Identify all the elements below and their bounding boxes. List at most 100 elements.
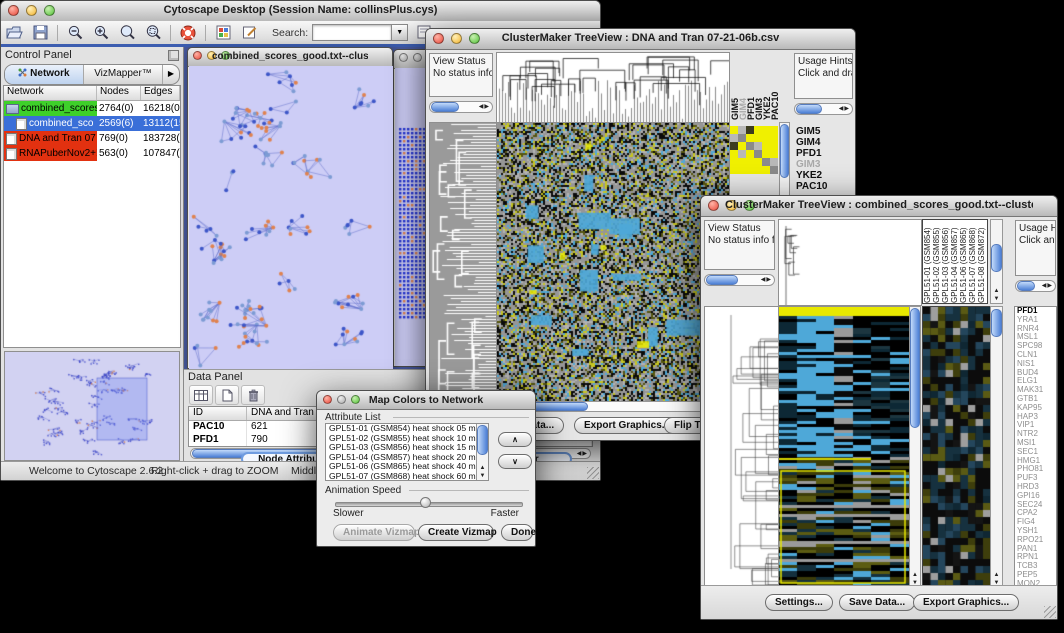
array-column-label[interactable]: GPL51-01 (GSM854) [923,220,932,303]
gene-id: PAC10 [189,421,247,434]
array-column-label[interactable]: GPL51-03 (GSM856) [941,220,950,303]
status-zoom-hint: Right-click + drag to ZOOM [151,465,279,477]
delete-attribute-icon[interactable] [241,385,265,405]
view-status-hscrollbar[interactable]: ◀▶ [704,274,775,286]
network-list-row[interactable]: DNA and Tran 07769(0)183728(0) [4,131,180,146]
annotation-icon[interactable] [238,23,260,42]
search-input[interactable] [312,24,392,41]
treeview2-titlebar[interactable]: ClusterMaker TreeView : combined_scores_… [701,196,1057,217]
network-window-titlebar[interactable]: combined_scores_good.txt--cluste... [188,48,392,67]
table-mode-icon[interactable] [189,385,213,405]
help-lifering-icon[interactable] [177,23,199,42]
column-dendrogram[interactable] [496,52,730,124]
similarity-matrix[interactable] [730,126,778,174]
birdseye-view[interactable] [4,351,180,461]
zoom-fit-icon[interactable] [116,23,138,42]
speed-slider-thumb[interactable] [420,497,431,508]
close-button[interactable] [8,5,19,16]
usage-hints-hscrollbar[interactable]: ◀▶ [794,103,853,115]
row-dendrogram[interactable] [429,122,498,402]
control-panel-title: Control Panel [5,49,72,61]
matrix-row-label[interactable]: PAC10 [794,181,853,192]
edge-count: 16218(0) [141,101,180,116]
array-column-label[interactable]: GPL51-02 (GSM855) [932,220,941,303]
network-list-row[interactable]: RNAPuberNov2+!563(0)107847(0) [4,146,180,161]
new-attribute-icon[interactable] [215,385,239,405]
resize-grip[interactable] [587,467,599,479]
animate-vizmap-button[interactable]: Animate Vizmap [333,524,415,541]
minimize-button[interactable] [413,53,422,62]
attribute-listbox[interactable]: GPL51-01 (GSM854) heat shock 05 minGPL51… [325,423,489,481]
network-list-row[interactable]: combined_sco2569(6)13112(15) [4,116,180,131]
search-dropdown-icon[interactable]: ▼ [392,24,408,41]
matrix-column-labels: GIM5GIM4PFD1GIM3YKE2PAC10 [730,52,778,120]
tab-vizmapper[interactable]: VizMapper™ [84,65,163,84]
create-vizmap-button[interactable]: Create Vizmap [418,524,494,541]
close-button[interactable] [193,51,202,60]
treeview1-titlebar[interactable]: ClusterMaker TreeView : DNA and Tran 07-… [426,29,855,50]
detail-vscrollbar[interactable]: ▲▼ [990,306,1003,588]
network-list: combined_scores_2764(0)16218(0)combined_… [4,101,180,161]
gene-labels[interactable]: PFD1YRA1RNR4MSL1SPC98CLN1NIS1BUD4ELG1MAK… [1014,306,1057,588]
close-button[interactable] [708,200,719,211]
cytoscape-titlebar[interactable]: Cytoscape Desktop (Session Name: collins… [1,1,600,22]
network-canvas[interactable] [189,66,393,369]
network-name: RNAPuberNov2+! [19,146,97,161]
column-labels-vscrollbar[interactable]: ▲▼ [990,219,1003,304]
row-dendrogram[interactable] [704,306,779,590]
scroll-arrows-icon[interactable]: ◀▶ [577,450,588,457]
dialog-titlebar[interactable]: Map Colors to Network [317,391,535,410]
column-labels[interactable]: GPL51-01 (GSM854)GPL51-02 (GSM855)GPL51-… [922,219,988,304]
close-button[interactable] [433,33,444,44]
array-column-label[interactable]: GPL51-07 (GSM868) [968,220,977,303]
zoom-out-icon[interactable] [64,23,86,42]
heatmap-vscrollbar[interactable]: ▲▼ [909,306,921,588]
settings-button[interactable]: Settings... [765,594,833,611]
move-up-button[interactable]: ∧ [498,432,532,447]
resize-grip[interactable] [1044,606,1056,618]
node-count: 2764(0) [97,101,141,116]
matrix-row-label[interactable]: YKE2 [794,170,853,181]
matrix-row-labels[interactable]: GIM5GIM4PFD1GIM3YKE2PAC10 [794,126,853,196]
column-dendrogram[interactable] [778,219,922,306]
list-vscrollbar[interactable]: ▲▼ [476,424,488,480]
move-down-button[interactable]: ∨ [498,454,532,469]
close-button[interactable] [323,395,332,404]
matrix-column-label: GIM4 [738,52,746,120]
zoom-selected-icon[interactable] [142,23,164,42]
export-graphics-button[interactable]: Export Graphics... [913,594,1019,611]
attribute-item[interactable]: GPL51-07 (GSM868) heat shock 60 min [326,472,488,481]
matrix-cell [762,134,770,142]
network-list-row[interactable]: combined_scores_2764(0)16218(0) [4,101,180,116]
matrix-row-label[interactable]: PFD1 [794,148,853,159]
heatmap[interactable] [778,306,910,590]
vizmapper-icon[interactable] [212,23,234,42]
array-column-label[interactable]: GPL51-04 (GSM857) [950,220,959,303]
slower-label: Slower [333,508,364,519]
matrix-row-label[interactable]: GIM4 [794,137,853,148]
matrix-cell [754,126,762,134]
matrix-cell [762,158,770,166]
matrix-cell [746,126,754,134]
matrix-row-label[interactable]: GIM3 [794,159,853,170]
dialog-title: Map Colors to Network [341,394,511,406]
toolbar-separator [57,25,58,41]
tab-network[interactable]: Network [5,65,84,84]
done-button[interactable]: Done [501,524,533,541]
save-icon[interactable] [29,23,51,42]
save-data-button[interactable]: Save Data... [839,594,915,611]
open-file-icon[interactable] [3,23,25,42]
array-column-label[interactable]: GPL51-08 (GSM872) [977,220,986,303]
view-status-hscrollbar[interactable]: ◀▶ [429,101,493,113]
detail-heatmap[interactable] [922,306,991,590]
zoom-in-icon[interactable] [90,23,112,42]
matrix-row-label[interactable]: GIM5 [794,126,853,137]
array-column-label[interactable]: GPL51-06 (GSM865) [959,220,968,303]
folder-icon [6,104,19,114]
float-panel-icon[interactable] [168,50,179,61]
network-list-header[interactable]: Network Nodes Edges [4,86,180,101]
heatmap[interactable] [496,122,730,402]
close-button[interactable] [399,53,408,62]
tab-overflow-icon[interactable]: ▶ [163,65,179,84]
usage-hints-hscrollbar[interactable]: ◀▶ [1015,280,1056,292]
